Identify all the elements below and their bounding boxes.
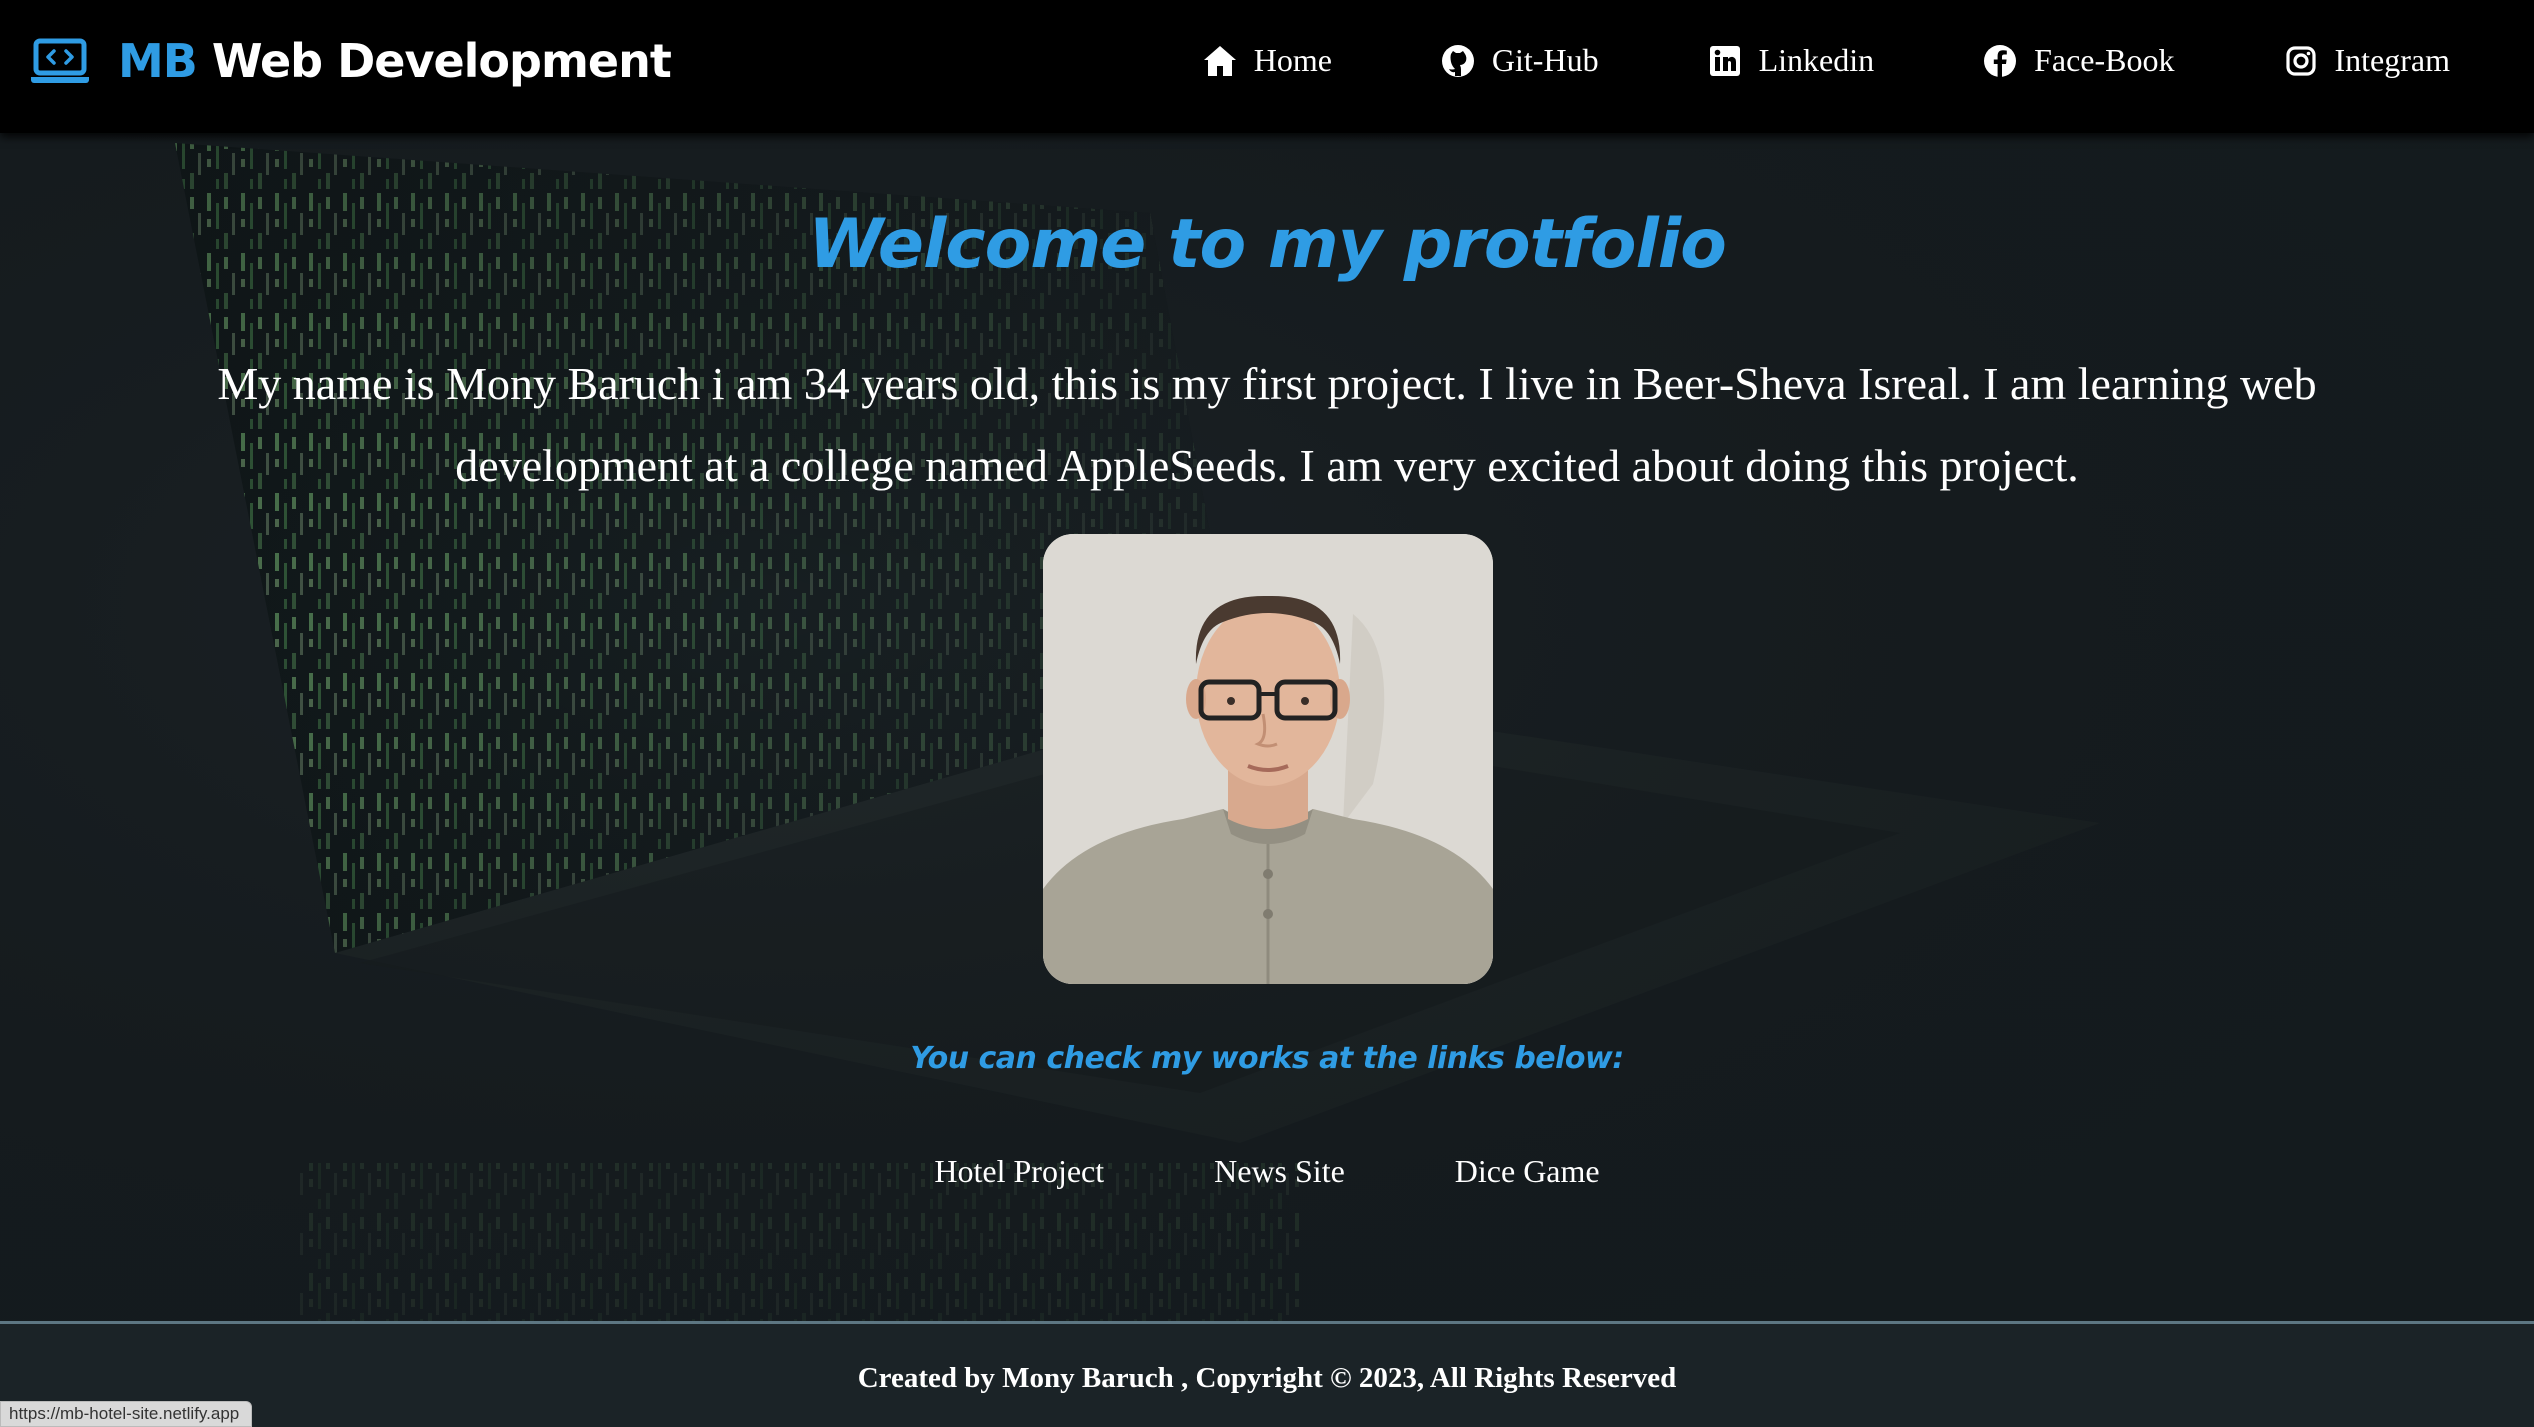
- works-label: You can check my works at the links belo…: [910, 1041, 1624, 1076]
- nav-link-linkedin[interactable]: Linkedin: [1707, 42, 1875, 79]
- news-site-link[interactable]: News Site: [1214, 1153, 1345, 1190]
- footer: Created by Mony Baruch , Copyright © 202…: [0, 1321, 2534, 1427]
- nav-link-instagram[interactable]: Integram: [2283, 42, 2451, 79]
- nav-link-github[interactable]: Git-Hub: [1440, 42, 1599, 79]
- browser-status-url: https://mb-hotel-site.netlify.app: [0, 1401, 253, 1427]
- page-title: Welcome to my protfolio: [808, 205, 1727, 284]
- brand-initials: MB: [118, 34, 198, 88]
- profile-photo-image: [1043, 534, 1493, 984]
- brand-title: MB Web Development: [118, 34, 672, 88]
- nav-link-label: Linkedin: [1758, 42, 1875, 78]
- nav-link-home[interactable]: Home: [1202, 42, 1332, 79]
- laptop-code-icon: [31, 38, 89, 83]
- top-navbar: MB Web Development Home Git-Hub Linkedin: [0, 0, 2534, 133]
- github-icon: [1441, 44, 1474, 77]
- nav-link-label: Home: [1253, 42, 1332, 78]
- hero-section: Welcome to my protfolio My name is Mony …: [0, 133, 2534, 1321]
- facebook-icon: [1984, 44, 2017, 77]
- instagram-icon: [2285, 45, 2316, 76]
- nav-link-label: Git-Hub: [1491, 42, 1599, 78]
- hotel-project-link[interactable]: Hotel Project: [934, 1153, 1104, 1190]
- nav-link-label: Face-Book: [2034, 42, 2175, 78]
- intro-paragraph: My name is Mony Baruch i am 34 years old…: [217, 358, 2317, 491]
- linkedin-icon: [1709, 45, 1740, 76]
- copyright-text: Created by Mony Baruch , Copyright © 202…: [857, 1362, 1677, 1394]
- brand[interactable]: MB Web Development: [30, 34, 672, 88]
- project-links: Hotel Project News Site Dice Game: [0, 1153, 2534, 1190]
- profile-photo: [1043, 534, 1493, 984]
- brand-name: Web Development: [196, 34, 672, 88]
- home-icon: [1203, 45, 1236, 76]
- nav-link-facebook[interactable]: Face-Book: [1982, 42, 2175, 79]
- nav-links: Home Git-Hub Linkedin Face-Book Integram: [1202, 42, 2450, 79]
- dice-game-link[interactable]: Dice Game: [1455, 1153, 1600, 1190]
- nav-link-label: Integram: [2334, 42, 2451, 78]
